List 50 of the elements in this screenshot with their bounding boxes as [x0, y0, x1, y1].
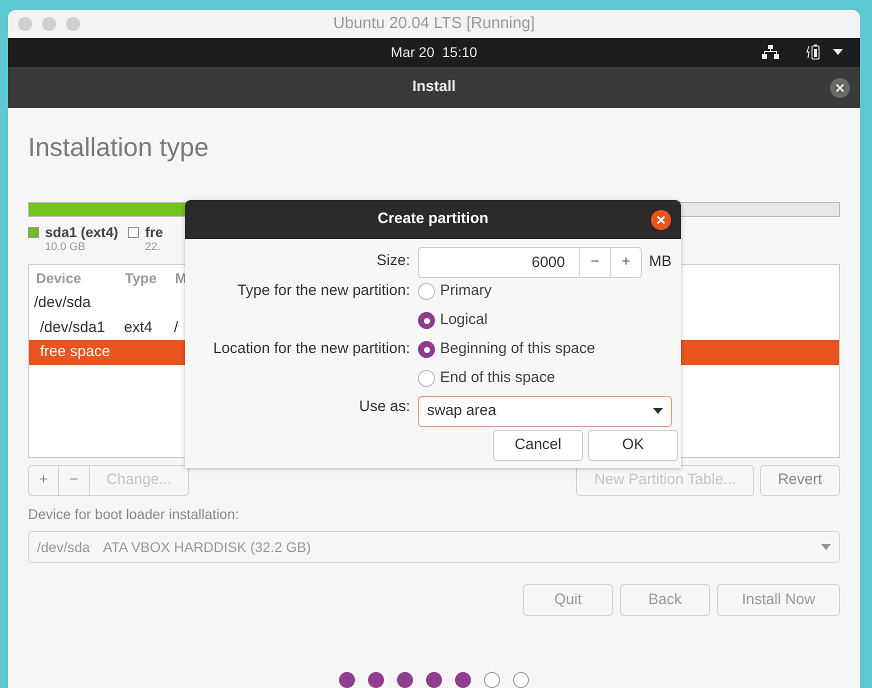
- window-title: Ubuntu 20.04 LTS [Running]: [333, 14, 535, 34]
- field-label: Use as:: [359, 397, 410, 418]
- radio-label: End of this space: [440, 368, 556, 388]
- installer-title: Install: [412, 77, 456, 98]
- table-button[interactable]: −: [59, 465, 90, 496]
- network-icon[interactable]: [762, 45, 779, 59]
- battery-icon[interactable]: [806, 44, 820, 60]
- nav-button[interactable]: Install Now: [717, 584, 840, 616]
- dropdown-icon[interactable]: [833, 49, 843, 55]
- column-header[interactable]: Device: [36, 270, 82, 286]
- legend-label: fre: [145, 224, 164, 241]
- table-cell-text: /: [174, 318, 180, 338]
- use-as-dropdown[interactable]: swap area: [418, 396, 672, 426]
- close-icon[interactable]: [651, 210, 671, 230]
- table-cell-text: free space: [40, 342, 112, 362]
- size-spinner[interactable]: 6000 − +: [418, 246, 642, 278]
- radio-button[interactable]: [418, 341, 435, 358]
- dialog-title: Create partition: [378, 209, 488, 230]
- field-label: Device for boot loader installation:: [28, 505, 240, 524]
- legend-label: sda1 (ext4): [45, 224, 118, 241]
- radio-button[interactable]: [418, 370, 435, 387]
- radio-label: Logical: [440, 310, 488, 330]
- unit-label: MB: [649, 252, 672, 272]
- radio-label: Primary: [440, 281, 492, 302]
- size-value: 6000: [530, 252, 566, 272]
- radio-button[interactable]: [418, 312, 435, 329]
- page-heading: Installation type: [28, 131, 210, 162]
- decrement-button[interactable]: −: [579, 248, 610, 276]
- close-icon[interactable]: [830, 78, 850, 98]
- table-button[interactable]: Revert: [760, 465, 840, 496]
- caret-icon: [653, 408, 663, 414]
- column-header[interactable]: Type: [125, 270, 157, 286]
- dialog-button[interactable]: Cancel: [493, 430, 583, 461]
- nav-button[interactable]: Back: [620, 584, 710, 616]
- legend-size: 10.0 GB: [45, 241, 86, 254]
- legend-size: 22.: [145, 241, 162, 254]
- field-label: Type for the new partition:: [237, 281, 410, 302]
- table-cell-text: ext4: [124, 318, 154, 338]
- table-cell-text: /dev/sda1: [40, 318, 106, 338]
- radio-label: Beginning of this space: [440, 339, 596, 360]
- caret-icon: [821, 544, 831, 550]
- field-label: Size:: [376, 251, 410, 272]
- radio-button[interactable]: [418, 283, 435, 300]
- field-label: Location for the new partition:: [213, 339, 410, 360]
- increment-button[interactable]: +: [610, 248, 641, 276]
- dialog-button[interactable]: OK: [588, 430, 678, 461]
- boot-device-dropdown[interactable]: /dev/sda ATA VBOX HARDDISK (32.2 GB): [28, 531, 840, 563]
- nav-button[interactable]: Quit: [523, 584, 613, 616]
- clock[interactable]: Mar 20 15:10: [390, 42, 478, 63]
- table-button[interactable]: +: [28, 465, 59, 496]
